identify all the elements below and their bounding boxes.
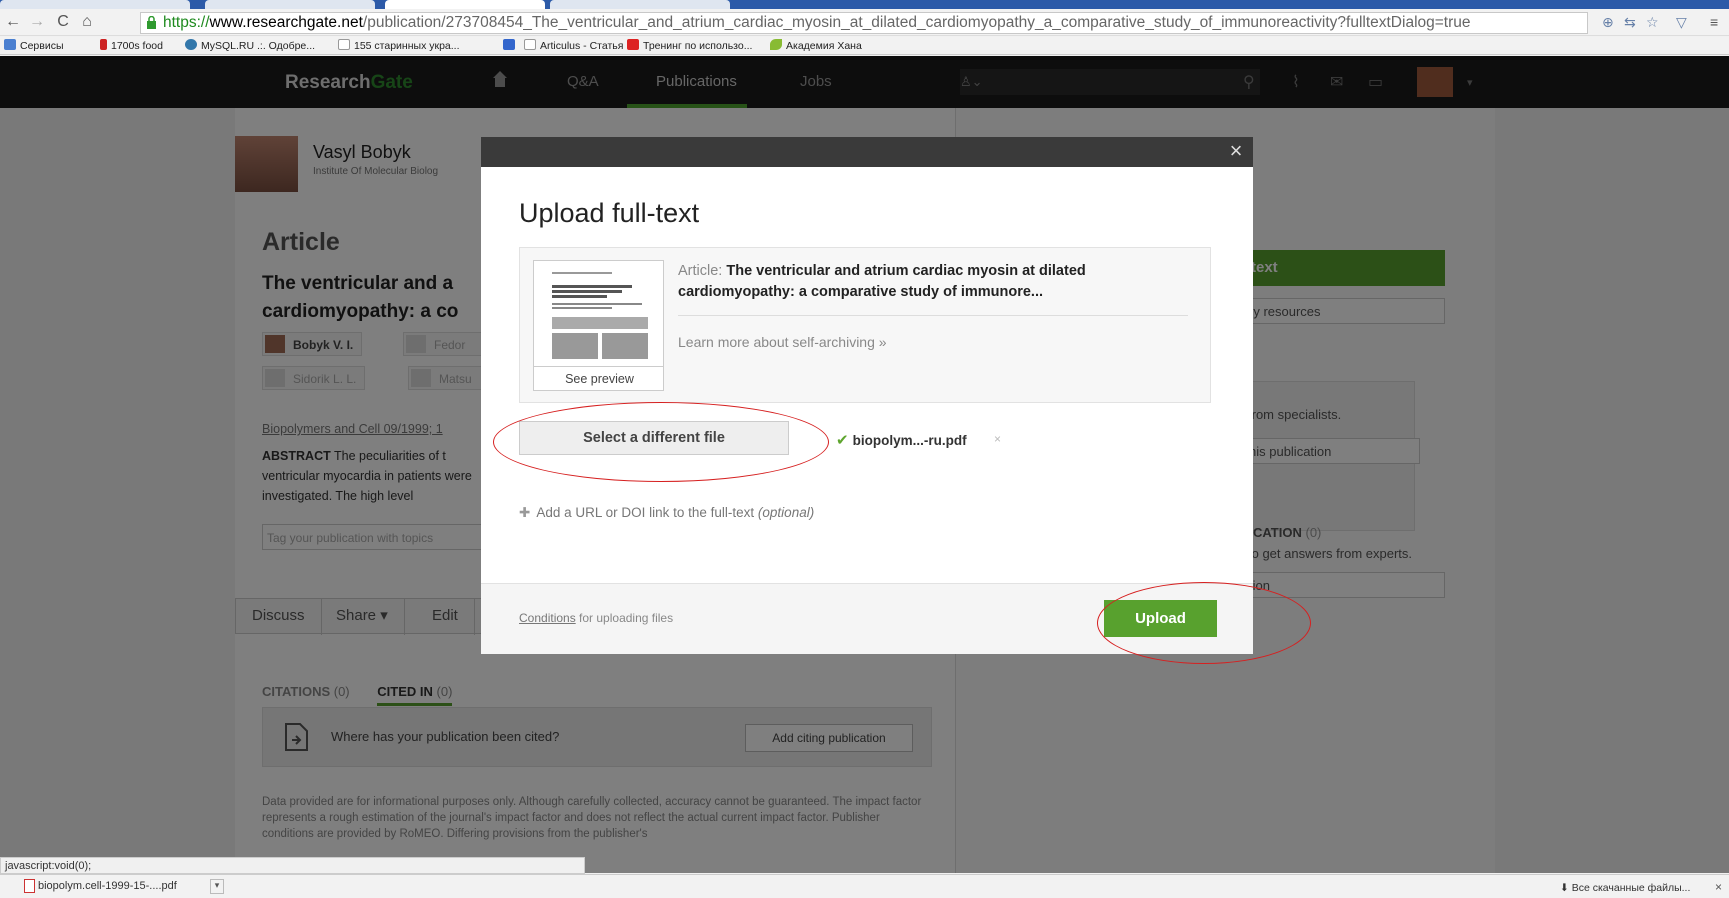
bookmark-star-icon[interactable]: ☆ [1646,14,1659,31]
add-url-link[interactable]: ✚ Add a URL or DOI link to the full-text … [519,505,814,521]
remove-file-icon[interactable]: × [994,432,1001,446]
selected-file: ✔ biopolym...-ru.pdf [836,432,967,449]
plus-icon: ✚ [519,505,531,520]
url-host: www.researchgate.net [209,14,363,31]
dialog-header: × [481,137,1253,167]
browser-tab[interactable] [550,0,730,9]
document-thumbnail[interactable]: See preview [533,260,664,391]
zoom-icon[interactable]: ⊕ [1602,14,1614,31]
forward-icon[interactable]: → [28,13,46,31]
annotation-oval [1097,582,1311,664]
annotation-oval [493,402,829,482]
leaf-icon [770,39,782,50]
download-icon: ⬇ [1560,882,1572,894]
reload-icon[interactable]: C [54,13,72,31]
youtube-icon [627,39,639,50]
lock-icon [147,16,156,29]
browser-tab[interactable] [205,0,375,9]
back-icon[interactable]: ← [4,13,22,31]
bookmark-item[interactable]: 1700s food [100,39,163,53]
bookmarks-bar: Сервисы 1700s food MySQL.RU .:. Одобре..… [0,37,1729,55]
page-icon [524,39,536,50]
address-bar[interactable]: https://www.researchgate.net/publication… [140,12,1588,34]
bookmark-item[interactable]: MySQL.RU .:. Одобре... [185,39,315,53]
bookmark-item[interactable]: Академия Хана [770,39,862,53]
conditions-text: Conditions for uploading files [519,611,674,625]
bookmark-item[interactable]: Articulus - Статья [524,39,623,53]
downloads-bar: biopolym.cell-1999-15-....pdf ▾ ⬇ Все ск… [0,874,1729,898]
see-preview-link[interactable]: See preview [534,366,663,390]
menu-icon[interactable]: ≡ [1710,14,1718,30]
bookmark-favicon [185,39,197,50]
close-icon[interactable]: × [1715,880,1722,894]
apps-icon [4,39,16,50]
upload-fulltext-dialog: × Upload full-text See preview Article: … [481,137,1253,654]
translate-icon[interactable]: ⇆ [1624,14,1636,31]
browser-tab[interactable] [0,0,190,9]
browser-tab-strip [0,0,1729,9]
url-path: /publication/273708454_The_ventricular_a… [362,14,1471,31]
bookmark-item[interactable]: Сервисы [4,39,64,53]
all-downloads-link[interactable]: ⬇ Все скачанные файлы... [1560,882,1690,894]
shield-icon[interactable]: ▽ [1676,14,1687,31]
download-item[interactable]: biopolym.cell-1999-15-....pdf [6,878,224,896]
bookmark-item[interactable] [503,39,519,53]
learn-more-link[interactable]: Learn more about self-archiving » [678,334,887,350]
conditions-link[interactable]: Conditions [519,611,576,625]
page-icon [338,39,350,50]
document-page-icon [548,269,652,361]
bookmark-item[interactable]: Тренинг по использо... [627,39,752,53]
checkmark-icon: ✔ [836,432,849,449]
home-icon[interactable]: ⌂ [78,13,96,31]
divider [678,315,1188,316]
article-info: Article: The ventricular and atrium card… [678,263,1086,300]
browser-tab-active[interactable] [385,0,545,9]
bookmark-favicon [503,39,515,50]
bookmark-item[interactable]: 155 старинных укра... [338,39,460,53]
browser-toolbar: ← → C ⌂ https://www.researchgate.net/pub… [0,9,1729,36]
pdf-icon [24,879,35,893]
url-scheme: https:// [163,14,210,31]
status-bar: javascript:void(0); [0,857,585,874]
chevron-down-icon[interactable]: ▾ [210,879,224,894]
dialog-title: Upload full-text [519,198,700,228]
close-icon[interactable]: × [1225,140,1247,163]
article-preview-panel: See preview Article: The ventricular and… [519,247,1211,403]
bookmark-favicon [100,39,107,50]
